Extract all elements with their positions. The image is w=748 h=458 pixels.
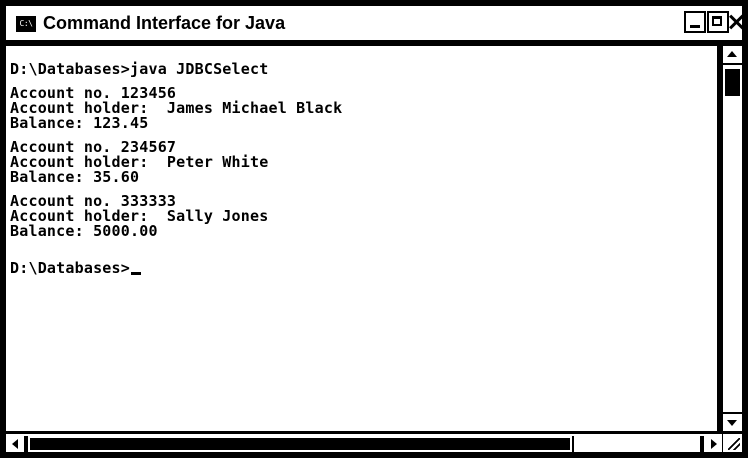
account-balance: Balance: 35.60	[10, 168, 140, 186]
scroll-up-icon[interactable]	[723, 46, 742, 65]
horizontal-scroll-track[interactable]	[574, 436, 700, 452]
scroll-right-icon[interactable]	[702, 436, 722, 452]
final-prompt: D:\Databases>	[10, 259, 130, 277]
record-3: Account no. 333333 Account holder: Sally…	[10, 194, 717, 239]
horizontal-scroll-thumb[interactable]	[28, 436, 572, 452]
resize-grip-icon[interactable]	[723, 434, 742, 452]
vertical-scroll-thumb[interactable]	[723, 67, 742, 98]
vertical-scrollbar[interactable]	[723, 46, 742, 431]
prompt-row[interactable]: D:\Databases>	[10, 261, 717, 276]
maximize-icon[interactable]	[707, 11, 729, 33]
command-line: D:\Databases>java JDBCSelect	[10, 60, 269, 78]
title-bar[interactable]: C:\ Command Interface for Java	[6, 6, 742, 43]
record-1: Account no. 123456 Account holder: James…	[10, 86, 717, 131]
account-balance: Balance: 5000.00	[10, 222, 158, 240]
record-2: Account no. 234567 Account holder: Peter…	[10, 140, 717, 185]
close-icon[interactable]	[728, 11, 746, 33]
scroll-down-icon[interactable]	[723, 412, 742, 431]
minimize-icon[interactable]	[684, 11, 706, 33]
window-title: Command Interface for Java	[43, 13, 286, 33]
console-icon[interactable]: C:\	[16, 16, 36, 32]
console-output[interactable]: D:\Databases>java JDBCSelect Account no.…	[6, 46, 717, 431]
account-balance: Balance: 123.45	[10, 114, 149, 132]
scroll-left-icon[interactable]	[6, 436, 26, 452]
horizontal-scrollbar[interactable]	[6, 434, 722, 452]
text-cursor	[131, 272, 141, 275]
